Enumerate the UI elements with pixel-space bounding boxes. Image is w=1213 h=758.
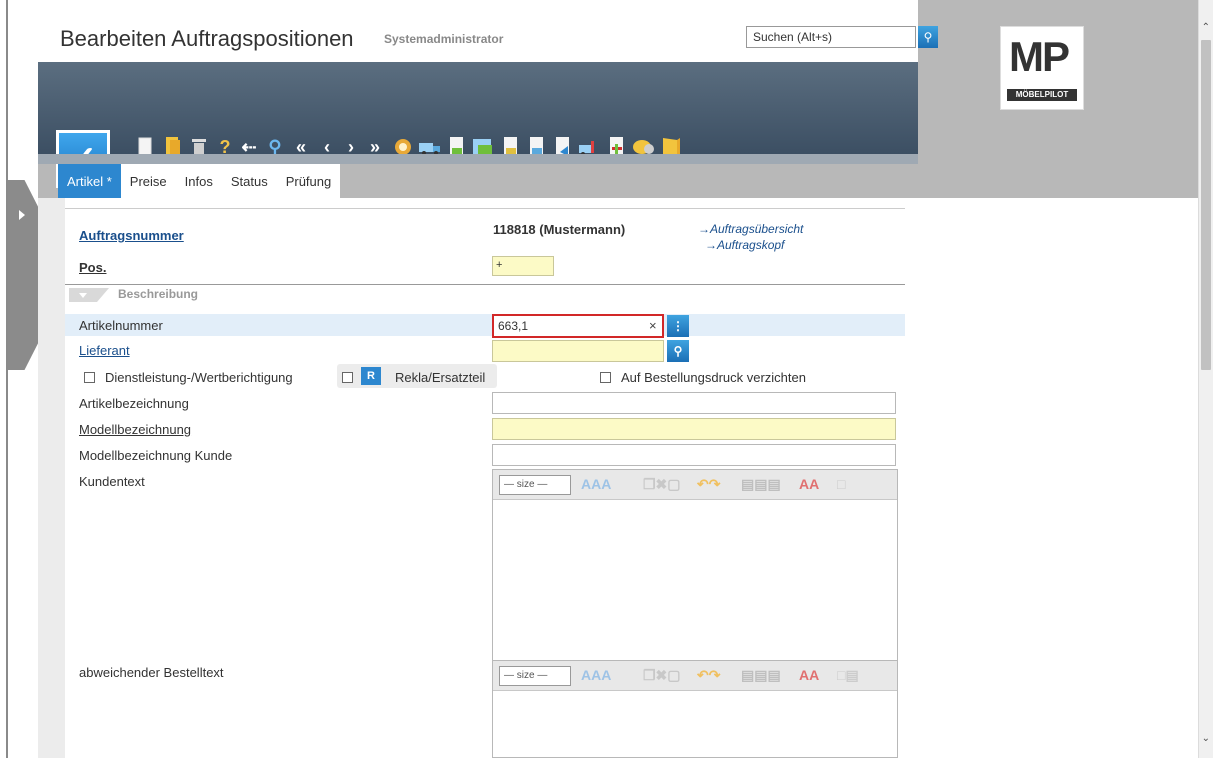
link-auftragskopf[interactable]: →Auftragskopf: [705, 238, 784, 252]
tab-infos[interactable]: Infos: [175, 164, 222, 198]
modellbezeichnung-kunde-label: Modellbezeichnung Kunde: [79, 448, 233, 463]
artikelnummer-row: [65, 314, 905, 336]
bestelltext-editor[interactable]: — size — AAA ❐✖▢ ↶↷ ▤▤▤ AA □▤: [492, 660, 898, 758]
modellbezeichnung-label[interactable]: Modellbezeichnung: [79, 422, 191, 437]
tab-artikel[interactable]: Artikel *: [58, 164, 121, 198]
size-select[interactable]: — size —: [499, 666, 571, 686]
new-document-icon[interactable]: [134, 136, 156, 158]
bestelldruck-checkbox[interactable]: [600, 372, 611, 383]
artikelnummer-label: Artikelnummer: [79, 318, 163, 333]
form-panel: Auftragsnummer 118818 (Mustermann) →Auft…: [65, 198, 905, 758]
chevron-down-icon[interactable]: [79, 293, 87, 298]
section-header-beschreibung[interactable]: Beschreibung: [65, 284, 905, 306]
artikelnummer-input[interactable]: 663,1 ×: [492, 314, 664, 338]
tab-pruefung[interactable]: Prüfung: [276, 164, 341, 198]
section-title: Beschreibung: [118, 287, 199, 301]
font-size-icon[interactable]: AAA: [581, 667, 611, 685]
truck-icon[interactable]: [418, 136, 440, 158]
section-toggle[interactable]: [69, 288, 109, 302]
tab-preise[interactable]: Preise: [120, 164, 176, 198]
document-plus-icon[interactable]: [606, 136, 628, 158]
text-color-icon[interactable]: AA: [799, 667, 819, 685]
page-subtitle: Systemadministrator: [384, 32, 504, 46]
help-icon[interactable]: ?: [214, 136, 236, 158]
undo-redo-icon[interactable]: ↶↷: [697, 476, 720, 494]
rekla-checkbox[interactable]: [342, 372, 353, 383]
document-stack-icon[interactable]: [526, 136, 548, 158]
dienstleistung-checkbox[interactable]: [84, 372, 95, 383]
lieferant-label[interactable]: Lieferant: [79, 343, 130, 358]
document-arrow-icon[interactable]: [552, 136, 574, 158]
logo-caption: MÖBELPILOT: [1007, 89, 1077, 101]
content-right-area: [905, 198, 1198, 758]
search-icon[interactable]: ⚲: [918, 26, 938, 48]
rekla-label: Rekla/Ersatzteil: [395, 370, 486, 385]
back-icon[interactable]: ⇠: [238, 136, 260, 158]
artikelbezeichnung-input[interactable]: [492, 392, 896, 414]
artikelnummer-value: 663,1: [498, 319, 529, 333]
delete-icon[interactable]: [188, 136, 210, 158]
size-select[interactable]: — size —: [499, 475, 571, 495]
kundentext-editor[interactable]: — size — AAA ❐✖▢ ↶↷ ▤▤▤ AA □: [492, 469, 898, 661]
cut-copy-icon[interactable]: ❐✖▢: [643, 476, 681, 494]
lieferant-input[interactable]: [492, 340, 664, 362]
document-sheet-icon[interactable]: [500, 136, 522, 158]
toolbar: ✓ ? ⇠ ⚲ « ‹ › »: [38, 62, 918, 200]
close-icon[interactable]: ×: [649, 318, 657, 333]
align-icon[interactable]: ▤▤▤: [741, 476, 781, 494]
tab-bar: Artikel * Preise Infos Status Prüfung: [58, 164, 341, 198]
logo: MP MÖBELPILOT: [1000, 26, 1084, 110]
search-icon[interactable]: ⚲: [667, 340, 689, 362]
box-icon[interactable]: □▤: [837, 667, 859, 685]
discount-icon[interactable]: [392, 136, 414, 158]
scrollbar[interactable]: ⌃ ⌄: [1198, 0, 1213, 758]
chevron-down-icon[interactable]: ⌄: [1202, 733, 1210, 744]
title-row: Bearbeiten Auftragspositionen Systemadmi…: [38, 0, 938, 62]
last-icon[interactable]: »: [364, 136, 386, 158]
box-icon[interactable]: □: [837, 476, 845, 494]
align-icon[interactable]: ▤▤▤: [741, 667, 781, 685]
auftragsnummer-value: 118818 (Mustermann): [493, 222, 626, 237]
editor-toolbar: — size — AAA ❐✖▢ ↶↷ ▤▤▤ AA □▤: [493, 661, 897, 691]
pos-label[interactable]: Pos.: [79, 260, 106, 275]
forklift-icon[interactable]: [578, 136, 600, 158]
text-color-icon[interactable]: AA: [799, 476, 819, 494]
auftragsnummer-label[interactable]: Auftragsnummer: [79, 228, 184, 243]
page-title: Bearbeiten Auftragspositionen: [60, 26, 354, 51]
tab-status[interactable]: Status: [221, 164, 277, 198]
book-icon[interactable]: [660, 136, 682, 158]
modellbezeichnung-input[interactable]: [492, 418, 896, 440]
pos-field[interactable]: +: [492, 256, 554, 276]
bestelltext-label: abweichender Bestelltext: [79, 665, 224, 680]
logo-mark: MP: [1009, 33, 1070, 80]
divider: [65, 208, 905, 209]
document-check-icon[interactable]: [446, 136, 468, 158]
kundentext-label: Kundentext: [79, 474, 145, 489]
modellbezeichnung-kunde-input[interactable]: [492, 444, 896, 466]
previous-icon[interactable]: ‹: [316, 136, 338, 158]
cut-copy-icon[interactable]: ❐✖▢: [643, 667, 681, 685]
scroll-thumb[interactable]: [1201, 40, 1211, 370]
bestelldruck-label: Auf Bestellungsdruck verzichten: [621, 370, 806, 385]
first-icon[interactable]: «: [290, 136, 312, 158]
chevron-up-icon[interactable]: ⌃: [1202, 22, 1210, 33]
copy-document-icon[interactable]: [162, 136, 184, 158]
rekla-button[interactable]: R: [361, 367, 381, 385]
dienstleistung-label: Dienstleistung-/Wertberichtigung: [105, 370, 293, 385]
search-input[interactable]: Suchen (Alt+s): [746, 26, 916, 48]
editor-toolbar: — size — AAA ❐✖▢ ↶↷ ▤▤▤ AA □: [493, 470, 897, 500]
artikelbezeichnung-label: Artikelbezeichnung: [79, 396, 189, 411]
chevron-right-icon[interactable]: [19, 210, 25, 220]
font-size-icon[interactable]: AAA: [581, 476, 611, 494]
next-icon[interactable]: ›: [340, 136, 362, 158]
content-gutter: [38, 198, 65, 758]
sidebar-collapse-tab[interactable]: [8, 180, 38, 370]
info-icon[interactable]: ⋮: [667, 315, 689, 337]
link-auftragsuebersicht[interactable]: →Auftragsübersicht: [698, 222, 803, 236]
undo-redo-icon[interactable]: ↶↷: [697, 667, 720, 685]
document-edit-icon[interactable]: [472, 136, 494, 158]
search-zoom-icon[interactable]: ⚲: [264, 136, 286, 158]
cash-icon[interactable]: [632, 136, 654, 158]
left-border: [6, 0, 8, 758]
